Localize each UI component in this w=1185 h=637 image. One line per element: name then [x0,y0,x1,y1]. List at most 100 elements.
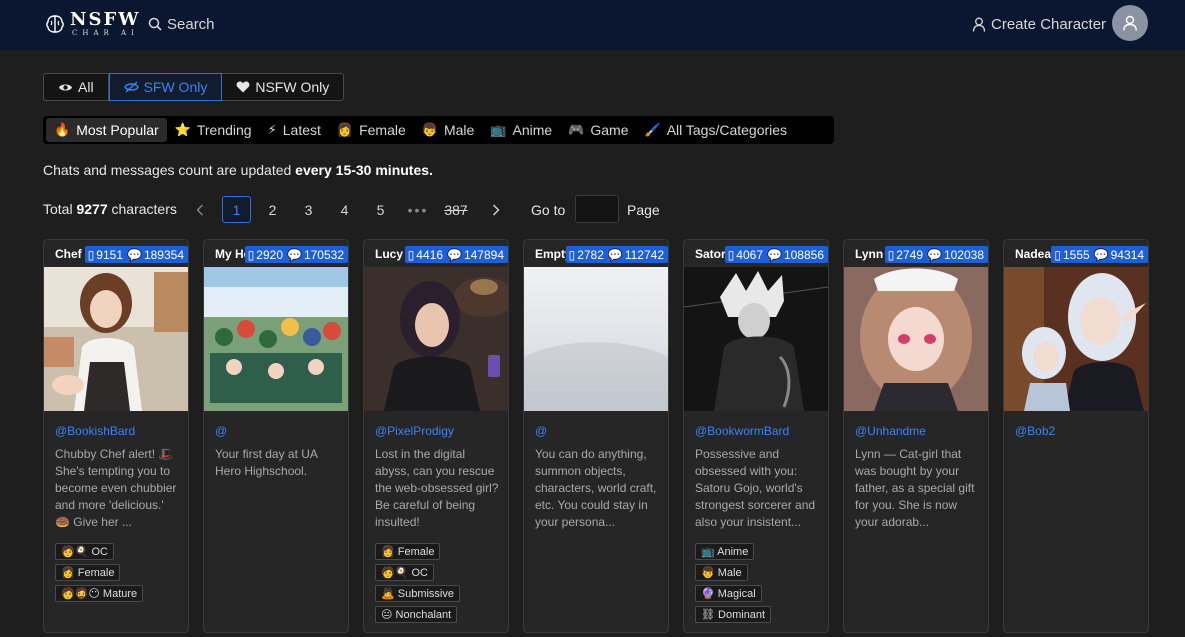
tab-label: Trending [196,122,252,138]
chevron-left-icon [196,204,203,215]
tag-anime[interactable]: 📺 Anime [695,543,755,560]
eye-icon [59,84,72,90]
card-header: Satoru Gojo ▯4067 💬108856 [684,240,828,267]
stats-badge: ▯ 2782 💬 112742 [565,246,668,263]
page-1-button[interactable]: 1 [222,196,251,223]
page-2-button[interactable]: 2 [258,196,287,223]
total-suffix: characters [107,201,177,217]
chats-icon: 💬 [127,247,142,262]
character-card[interactable]: Lucy ▯ 4416 💬 147894 @PixelProdigy Lost in… [363,239,509,633]
filter-nsfw-button[interactable]: NSFW Only [222,74,343,100]
search-button[interactable]: Search [148,13,215,35]
filter-all-label: All [78,79,94,95]
tv-icon: 📺 [490,122,507,137]
character-description: Possessive and obsessed with you: Satoru… [695,447,816,529]
tag-female[interactable]: 👩 Female [55,564,121,581]
author-link[interactable]: @BookishBard [55,424,135,438]
stats-badge: ▯ 9151 💬 189354 [84,246,188,263]
logo-main-text: NSFW [70,9,141,30]
tab-latest[interactable]: ⚡ Latest [260,118,329,142]
content-filter: All SFW Only NSFW Only [43,73,345,101]
prev-page-button[interactable] [190,196,210,223]
author-link[interactable]: @Unhandme [855,424,926,438]
filter-all-button[interactable]: All [44,74,109,100]
page-5-button[interactable]: 5 [366,196,395,223]
messages-count: 2782 [577,247,604,262]
author-link[interactable]: @ [535,424,547,438]
messages-icon: ▯ [1054,247,1061,262]
tag-submissive[interactable]: 🙇 Submissive [375,585,460,602]
chats-count: 108856 [783,247,824,262]
tag-mature[interactable]: 🧑🧔😶 Mature [55,585,144,602]
page-3-button[interactable]: 3 [294,196,323,223]
character-description: Your first day at UA Hero Highschool. [215,447,318,478]
card-header: Empty Scenario ▯2782 💬112742 [524,240,668,267]
user-icon [972,17,986,32]
tag-list: 📺 Anime 👦 Male 🔮 Magical ⛓ Dominant [695,543,772,623]
author-link[interactable]: @PixelProdigy [375,424,454,438]
user-avatar[interactable] [1112,5,1148,41]
notice-text: Chats and messages count are updated [43,162,296,178]
stats-badge: ▯ 2749 💬 102038 [884,246,988,263]
card-header: Chef Laura ▯9151 💬189354 [44,240,188,267]
chats-count: 112742 [624,247,664,262]
messages-count: 9151 [96,247,123,262]
author-link[interactable]: @BookwormBard [695,424,789,438]
woman-icon: 👩 [336,122,354,137]
messages-icon: ▯ [247,247,255,262]
chats-count: 189354 [143,247,184,262]
character-description: You can do anything, summon objects, cha… [535,447,657,529]
page-last-button[interactable]: 387 [440,196,472,223]
tag-oc[interactable]: 🧑🍳 OC [375,564,434,581]
gamepad-icon: 🎮 [568,122,585,137]
goto-page-input[interactable] [575,195,619,223]
paintbrush-icon: 🖌️ [644,122,661,137]
stats-badge: ▯ 2920 💬 170532 [244,246,348,263]
site-logo[interactable]: NSFW CHAR AI [44,10,140,38]
messages-icon: ▯ [727,247,735,262]
character-card[interactable]: Nadea ▯ 1555 💬 94314 @Bob2 [1003,239,1149,633]
character-card[interactable]: My Hero Academia ▯2920 💬170532 @ Your fi… [203,239,349,633]
messages-count: 1555 [1062,247,1090,262]
tag-female[interactable]: 👩 Female [375,543,441,560]
tab-male[interactable]: 👦 Male [414,118,483,142]
author-link[interactable]: @Bob2 [1015,424,1055,438]
character-image [684,267,828,411]
logo-wordmark: NSFW CHAR AI [70,11,140,37]
fire-icon: 🔥 [54,122,71,137]
character-card[interactable]: Lynn ▯ 2749 💬 102038 @Unhandme Lynn — Cat-… [843,239,989,633]
filter-sfw-button[interactable]: SFW Only [108,73,223,101]
character-description: Lynn — Cat-girl that was bought by your … [855,447,975,529]
search-icon [148,17,162,31]
tab-game[interactable]: 🎮 Game [560,118,636,142]
tab-label: Latest [282,122,321,138]
author-link[interactable]: @ [215,424,227,438]
tag-male[interactable]: 👦 Male [695,564,748,581]
tag-magical[interactable]: 🔮 Magical [695,585,762,602]
character-card[interactable]: Chef Laura ▯9151 💬189354 @BookishBard Ch… [43,239,189,633]
chevron-right-icon [493,204,500,215]
messages-count: 2749 [896,247,923,262]
tag-nonchalant[interactable]: 😐 Nonchalant [375,606,458,623]
create-character-button[interactable]: Create Character [972,13,1106,35]
tab-all-tags[interactable]: 🖌️ All Tags/Categories [637,118,796,142]
card-header: Nadea ▯ 1555 💬 94314 [1004,240,1148,267]
create-character-label: Create Character [991,15,1107,33]
character-card[interactable]: Empty Scenario ▯2782 💬112742 @ You can d… [523,239,669,633]
next-page-button[interactable] [486,196,506,223]
page-4-button[interactable]: 4 [330,196,359,223]
tag-dominant[interactable]: ⛓ Dominant [695,606,772,623]
tab-trending[interactable]: ⭐ Trending [167,118,260,142]
tag-oc[interactable]: 🧑🍳 OC [55,543,114,560]
tab-most-popular[interactable]: 🔥 Most Popular [46,118,167,142]
tab-female[interactable]: 👩 Female [329,118,414,142]
messages-count: 2920 [256,247,283,262]
page-ellipsis[interactable]: ••• [402,196,434,223]
messages-count: 4416 [416,247,443,262]
tab-anime[interactable]: 📺 Anime [482,118,560,142]
notice-bold: every 15-30 minutes. [295,162,433,178]
star-icon: ⭐ [174,122,191,137]
character-card[interactable]: Satoru Gojo ▯4067 💬108856 @BookwormBard … [683,239,829,633]
update-notice: Chats and messages count are updated eve… [43,162,433,178]
logo-sub-text: CHAR AI [72,29,139,37]
